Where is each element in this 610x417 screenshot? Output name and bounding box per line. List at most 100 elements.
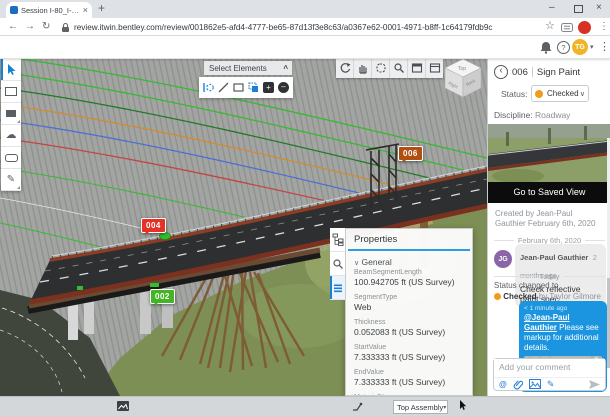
pick-element-button[interactable]: [202, 81, 215, 94]
magnifier-icon: [393, 62, 405, 74]
cloud-tool-button[interactable]: ☁: [1, 125, 21, 147]
status-dropdown[interactable]: Checked ∨: [531, 85, 589, 102]
properties-panel: Properties ∨ General BeamSegmentLength10…: [345, 228, 473, 396]
window-close-button[interactable]: ×: [596, 3, 602, 13]
browser-tab[interactable]: Session I-80_I-Model_HUB | iTwi ×: [6, 2, 92, 18]
mention-icon[interactable]: @: [499, 380, 507, 389]
pencil-icon: ✎: [7, 175, 15, 185]
fit-view-button[interactable]: [408, 58, 426, 78]
zoom-view-button[interactable]: [390, 58, 408, 78]
box-select-icon: [232, 81, 245, 94]
window-area-button[interactable]: [426, 58, 443, 78]
tab-close-icon[interactable]: ×: [83, 6, 88, 15]
select-elements-header[interactable]: Select Elements ^: [204, 61, 292, 75]
discipline-value: Roadway: [535, 110, 570, 120]
graphics-icon[interactable]: [117, 401, 129, 411]
browser-menu-icon[interactable]: ⋮: [599, 22, 609, 32]
rectangle-tool-button[interactable]: [1, 81, 21, 103]
app-menu-icon[interactable]: ⋮: [599, 40, 610, 53]
window-minimize-button[interactable]: –: [549, 3, 555, 13]
user-avatar[interactable]: TG: [572, 39, 588, 55]
navigation-cube[interactable]: Top Right Back: [440, 54, 486, 105]
chevron-down-icon[interactable]: ∨: [354, 260, 359, 267]
markup-pen-icon[interactable]: ✎: [547, 379, 555, 390]
add-selection-button[interactable]: +: [262, 81, 275, 94]
select-tool-button[interactable]: [1, 59, 21, 81]
status-bar: [0, 396, 610, 417]
browser-profile-avatar[interactable]: [578, 21, 591, 34]
issue-marker-002[interactable]: 002: [150, 289, 175, 304]
pen-tool-button[interactable]: ✎: [1, 169, 21, 191]
window-maximize-button[interactable]: [574, 5, 583, 13]
filled-rectangle-icon: [6, 110, 16, 117]
scope-dropdown[interactable]: Top Assembly ▾: [393, 400, 448, 414]
edit-markup-icon[interactable]: ✎: [594, 356, 601, 365]
avatar-caret-icon[interactable]: ▾: [590, 43, 594, 51]
shape-tool-button[interactable]: [1, 103, 21, 125]
own-comment-time: < 1 minute ago: [524, 305, 602, 312]
saved-view-thumbnail[interactable]: [488, 124, 610, 182]
properties-accent-line: [348, 249, 470, 251]
collapse-chevron-icon[interactable]: ^: [283, 64, 292, 73]
remove-selection-button[interactable]: –: [277, 81, 290, 94]
ellipse-tool-button[interactable]: [1, 147, 21, 169]
status-dot-icon: [494, 293, 501, 300]
property-row: SegmentTypeWeb: [354, 294, 464, 312]
new-tab-button[interactable]: +: [98, 1, 105, 15]
tab-title: Session I-80_I-Model_HUB | iTwi: [21, 6, 81, 15]
status-dot-icon: [535, 90, 543, 98]
properties-section-general[interactable]: ∨ General: [354, 257, 464, 267]
issue-title: Sign Paint: [537, 67, 580, 78]
scope-caret-icon: ▾: [443, 404, 446, 411]
bookmark-star-icon[interactable]: ☆: [545, 21, 555, 32]
snap-mode-icon[interactable]: [352, 401, 363, 412]
attach-icon[interactable]: [513, 379, 523, 390]
overlap-select-icon: [247, 81, 260, 94]
overlap-select-button[interactable]: [247, 81, 260, 94]
url-text[interactable]: review.itwin.bentley.com/review/001862e5…: [74, 23, 492, 32]
bell-icon[interactable]: [540, 41, 552, 54]
image-icon[interactable]: [529, 379, 541, 389]
help-icon[interactable]: ?: [557, 41, 570, 54]
header-divider: [532, 67, 533, 77]
created-by-text: Created by Jean-Paul Gauthier February 6…: [495, 209, 605, 230]
selected-element-004[interactable]: [160, 233, 171, 240]
issue-marker-004[interactable]: 004: [141, 218, 166, 233]
fit-view-icon: [411, 62, 423, 74]
go-to-saved-view-button[interactable]: Go to Saved View: [488, 182, 610, 203]
plus-square-icon: +: [263, 82, 274, 93]
pan-hand-icon: [357, 62, 369, 74]
issue-id: 006: [512, 67, 528, 78]
cloud-icon: ☁: [6, 130, 17, 141]
rotate-icon: [339, 62, 351, 74]
selected-element-002[interactable]: [150, 283, 159, 287]
pan-view-button[interactable]: [354, 58, 372, 78]
properties-tab[interactable]: [330, 276, 345, 300]
tab-favicon: [10, 6, 18, 14]
box-select-button[interactable]: [232, 81, 245, 94]
status-change-entry: Status changed to Checked by Taylor Gilm…: [494, 280, 601, 302]
line-select-icon: [217, 81, 230, 94]
tree-icon: [332, 233, 344, 246]
extension-icon[interactable]: [561, 23, 573, 32]
rotate-view-button[interactable]: [336, 58, 354, 78]
pick-element-icon: [202, 81, 215, 94]
issue-marker-006[interactable]: 006: [398, 146, 423, 161]
search-tab[interactable]: [330, 252, 345, 276]
status-value: Checked: [547, 89, 580, 98]
select-elements-title: Select Elements: [204, 64, 283, 73]
browser-back-icon[interactable]: ←: [8, 22, 18, 32]
line-select-button[interactable]: [217, 81, 230, 94]
browser-refresh-icon[interactable]: ↻: [42, 22, 50, 32]
issue-panel: ‹ 006 Sign Paint Status: Checked ∨ Disci…: [487, 58, 610, 396]
orbit-icon: [375, 62, 387, 74]
back-icon[interactable]: ‹: [494, 65, 508, 79]
comment-input[interactable]: [494, 359, 605, 376]
browser-forward-icon[interactable]: →: [25, 22, 35, 32]
list-icon: [332, 282, 344, 294]
comment-author: Jean-Paul Gauthier: [520, 253, 588, 262]
send-icon[interactable]: [589, 380, 600, 389]
view-toolbar: [336, 58, 443, 78]
model-tree-tab[interactable]: [330, 228, 345, 252]
orbit-view-button[interactable]: [372, 58, 390, 78]
